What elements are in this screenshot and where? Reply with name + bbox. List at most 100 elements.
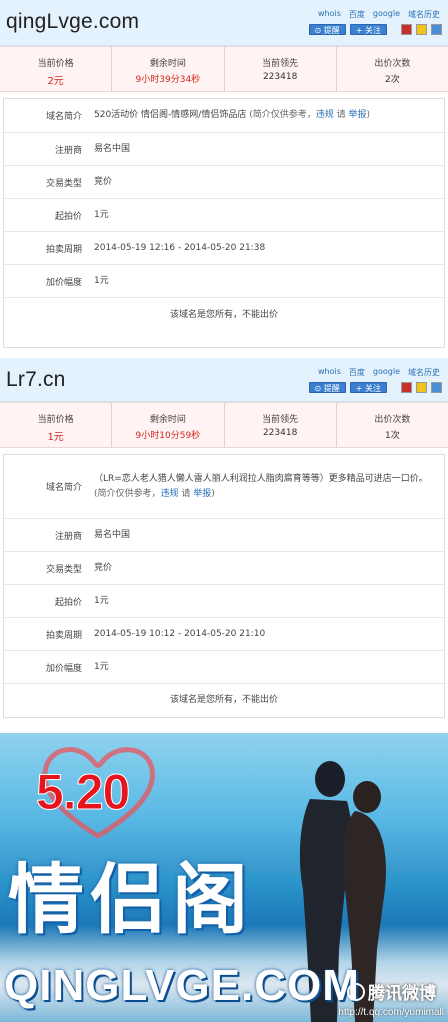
row-label: 域名简介 (45, 483, 82, 493)
report-link[interactable]: 举报 (349, 110, 367, 120)
row-value: 易名中国 (94, 529, 131, 540)
tool-links: whois 百度 google 域名历史 (318, 367, 440, 378)
tool-links: whois 百度 google 域名历史 (318, 9, 440, 20)
stat-value: 1元 (47, 432, 64, 443)
detail-row-type: 交易类型 竞价 (4, 166, 444, 199)
detail-row-intro: 域名简介 520活动价 情侣阁-情感网/情侣饰品店 (简介仅供参考，违规 请 举… (4, 99, 444, 133)
watermark-brand: 腾讯微博 (368, 984, 436, 1004)
remind-button[interactable]: ⊙ 提醒 (308, 382, 346, 393)
share-blue-icon[interactable] (431, 382, 442, 393)
row-value: 1元 (94, 595, 109, 606)
watermark-logo: 腾讯微博 (347, 979, 436, 1004)
stat-label: 出价次数 (374, 415, 411, 425)
row-value: 易名中国 (94, 143, 131, 154)
baidu-link[interactable]: 百度 (349, 367, 365, 378)
follow-button[interactable]: + 关注 (349, 24, 387, 35)
stat-label: 出价次数 (374, 59, 411, 69)
row-label: 加价幅度 (45, 663, 82, 674)
detail-row-increment: 加价幅度 1元 (4, 651, 444, 684)
listing-header: qingLvge.com whois 百度 google 域名历史 ⊙ 提醒 +… (0, 0, 448, 46)
stat-bid-count: 出价次数 1次 (337, 403, 448, 447)
watermark-url: http://t.qq.com/yumimall (338, 1007, 444, 1018)
whois-link[interactable]: whois (318, 367, 341, 378)
listing-header: Lr7.cn whois 百度 google 域名历史 ⊙ 提醒 + 关注 (0, 358, 448, 402)
row-label: 加价幅度 (45, 277, 82, 288)
violation-link[interactable]: 违规 (161, 489, 179, 499)
stat-time-left: 剩余时间 9小时10分59秒 (112, 403, 225, 447)
whois-link[interactable]: whois (318, 9, 341, 20)
intro-text: 520活动价 情侣阁-情感网/情侣饰品店 (94, 110, 247, 120)
row-value: 1元 (94, 661, 109, 672)
star-icon[interactable] (416, 382, 427, 393)
domain-title: qingLvge.com (6, 10, 140, 33)
row-label: 域名简介 (45, 112, 82, 122)
stat-leader: 当前领先 223418 (225, 47, 337, 91)
google-link[interactable]: google (373, 9, 400, 20)
intro-text: （LR=恋人老人猎人懒人雷人丽人利润拉人脂肉腐育等等）更多精品可进店一口价。 (94, 473, 428, 484)
row-label: 交易类型 (45, 178, 82, 189)
share-red-icon[interactable] (401, 382, 412, 393)
please-text: 请 (181, 488, 191, 499)
stat-value: 2次 (385, 75, 400, 85)
row-label: 起拍价 (54, 211, 82, 222)
stat-label: 当前领先 (262, 59, 299, 69)
google-link[interactable]: google (373, 367, 400, 378)
row-value: 2014-05-19 12:16 - 2014-05-20 21:38 (94, 242, 266, 253)
row-label: 拍卖周期 (45, 244, 82, 255)
stats-bar: 当前价格 2元 剩余时间 9小时39分34秒 当前领先 223418 出价次数 … (0, 46, 448, 92)
close-paren: ) (211, 488, 215, 499)
stat-value: 9小时39分34秒 (135, 75, 201, 85)
stat-value: 1次 (385, 431, 400, 441)
stat-current-price: 当前价格 1元 (0, 403, 113, 447)
detail-row-registrar: 注册商 易名中国 (4, 133, 444, 166)
stat-label: 当前价格 (37, 59, 74, 69)
detail-row-start-price: 起拍价 1元 (4, 199, 444, 232)
intro-note: (简介仅供参考， (94, 488, 161, 499)
row-label: 交易类型 (45, 564, 82, 575)
owner-notice: 该域名是您所有，不能出价 (169, 695, 278, 705)
stat-current-price: 当前价格 2元 (0, 47, 113, 91)
stat-time-left: 剩余时间 9小时39分34秒 (112, 47, 225, 91)
domain-history-link[interactable]: 域名历史 (408, 9, 440, 20)
row-value: 1元 (94, 209, 109, 220)
stat-bid-count: 出价次数 2次 (337, 47, 448, 91)
violation-link[interactable]: 违规 (316, 110, 334, 120)
action-buttons: ⊙ 提醒 + 关注 (308, 24, 442, 35)
share-blue-icon[interactable] (431, 24, 442, 35)
row-value: 1元 (94, 275, 109, 286)
close-paren: ) (366, 110, 371, 120)
stat-value: 9小时10分59秒 (135, 431, 201, 441)
banner-title-en: QINGLVGE.COM (4, 961, 360, 1010)
domain-title: Lr7.cn (6, 368, 66, 391)
detail-row-period: 拍卖周期 2014-05-19 10:12 - 2014-05-20 21:10 (4, 618, 444, 651)
detail-row-period: 拍卖周期 2014-05-19 12:16 - 2014-05-20 21:38 (4, 232, 444, 265)
row-label: 拍卖周期 (45, 630, 82, 641)
baidu-link[interactable]: 百度 (349, 9, 365, 20)
detail-table: 域名简介 520活动价 情侣阁-情感网/情侣饰品店 (简介仅供参考，违规 请 举… (3, 98, 445, 348)
intro-note: (简介仅供参考， (249, 110, 316, 120)
detail-table: 域名简介 （LR=恋人老人猎人懒人雷人丽人利润拉人脂肉腐育等等）更多精品可进店一… (3, 454, 445, 718)
detail-row-start-price: 起拍价 1元 (4, 585, 444, 618)
row-value: 竞价 (94, 562, 113, 573)
stat-label: 剩余时间 (149, 59, 186, 69)
row-label: 注册商 (54, 531, 82, 542)
promo-banner: 5.20 情侣阁 QINGLVGE.COM 腾讯微博 http://t.qq.c… (0, 733, 448, 1022)
stat-value: 223418 (262, 72, 298, 82)
detail-row-intro: 域名简介 （LR=恋人老人猎人懒人雷人丽人利润拉人脂肉腐育等等）更多精品可进店一… (4, 455, 444, 519)
stat-label: 当前价格 (37, 415, 74, 425)
report-link[interactable]: 举报 (193, 489, 211, 499)
listing-1: qingLvge.com whois 百度 google 域名历史 ⊙ 提醒 +… (0, 0, 448, 348)
row-label: 起拍价 (54, 597, 82, 608)
domain-history-link[interactable]: 域名历史 (408, 367, 440, 378)
stat-value: 223418 (262, 428, 298, 438)
share-red-icon[interactable] (401, 24, 412, 35)
stat-leader: 当前领先 223418 (225, 403, 337, 447)
stats-bar: 当前价格 1元 剩余时间 9小时10分59秒 当前领先 223418 出价次数 … (0, 402, 448, 448)
please-text: 请 (336, 110, 346, 120)
star-icon[interactable] (416, 24, 427, 35)
stat-label: 当前领先 (262, 415, 299, 425)
stat-value: 2元 (47, 76, 64, 87)
follow-button[interactable]: + 关注 (349, 382, 387, 393)
action-buttons: ⊙ 提醒 + 关注 (308, 382, 442, 393)
remind-button[interactable]: ⊙ 提醒 (308, 24, 346, 35)
